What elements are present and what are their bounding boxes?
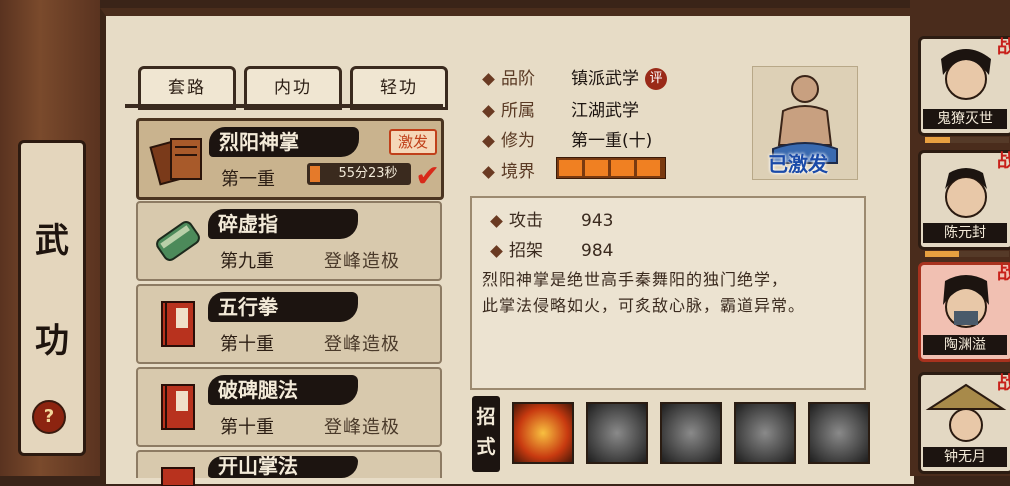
tab-underline xyxy=(125,104,443,108)
skill-item-wuxing[interactable]: 五行拳 第十重 登峰造极 xyxy=(136,284,442,364)
skill-name: 五行拳 xyxy=(218,295,278,319)
move-slot-icon[interactable] xyxy=(808,402,870,464)
attack-row: 攻击 943 xyxy=(490,206,613,231)
cooldown-timer: 55分23秒 xyxy=(307,163,411,185)
skill-name: 破碑腿法 xyxy=(218,378,298,402)
timer-text: 55分23秒 xyxy=(338,166,398,181)
move-slot-fire-icon[interactable] xyxy=(512,402,574,464)
description-line-2: 此掌法侵略如火，可炙敌心脉，霸道异常。 xyxy=(482,296,806,315)
red-book-icon xyxy=(161,467,195,486)
character-name: 钟无月 xyxy=(923,447,1007,467)
skill-item-lieyang[interactable]: 烈阳神掌 激发 第一重 55分23秒 ✔ xyxy=(136,118,444,200)
skill-name: 开山掌法 xyxy=(218,454,298,478)
skill-item-kaishan[interactable]: 开山掌法 xyxy=(136,450,442,486)
character-card-guiliao[interactable]: 战 鬼獠灭世 xyxy=(918,36,1010,143)
skill-status: 登峰造极 xyxy=(324,417,400,438)
skill-status: 登峰造极 xyxy=(324,334,400,355)
skill-name: 碎虚指 xyxy=(218,212,278,236)
parry-row: 招架 984 xyxy=(490,236,613,261)
character-card-chenyuanfeng[interactable]: 战 陈元封 xyxy=(918,150,1010,257)
move-slot-icon[interactable] xyxy=(586,402,648,464)
skill-level: 第一重 xyxy=(221,169,275,190)
realm-bar xyxy=(556,157,666,179)
diamond-icon xyxy=(482,104,495,118)
activate-badge[interactable]: 激发 xyxy=(389,129,437,155)
red-book-icon xyxy=(161,384,195,430)
battle-mark: 战 xyxy=(997,151,1010,172)
character-name: 陈元封 xyxy=(923,223,1007,243)
realm-segment xyxy=(611,160,634,176)
red-book-icon xyxy=(161,301,195,347)
moves-label: 招 式 xyxy=(472,396,500,472)
diamond-icon xyxy=(490,244,503,258)
diamond-icon xyxy=(490,214,503,228)
green-scroll-icon xyxy=(156,221,200,261)
rank-row: 品阶 镇派武学评 xyxy=(482,64,667,90)
skill-level: 第十重 xyxy=(220,417,274,438)
hp-bar xyxy=(925,251,1009,257)
hp-fill xyxy=(925,251,959,257)
battle-mark: 战 xyxy=(997,373,1010,394)
rating-tag-icon[interactable]: 评 xyxy=(645,68,667,90)
character-card-zhongwuyue[interactable]: 战 钟无月 xyxy=(918,372,1010,474)
realm-segment xyxy=(637,160,660,176)
help-icon[interactable]: ? xyxy=(32,400,66,434)
realm-segment xyxy=(585,160,608,176)
character-card-taoyuanyi[interactable]: 战 陶渊溢 xyxy=(918,262,1010,362)
diamond-icon xyxy=(482,134,495,148)
timer-fill xyxy=(310,166,320,182)
realm-segment xyxy=(559,160,582,176)
diamond-icon xyxy=(482,72,495,86)
diamond-icon xyxy=(482,165,495,179)
skill-status: 登峰造极 xyxy=(324,251,400,272)
move-slot-icon[interactable] xyxy=(734,402,796,464)
title-char-gong: 功 xyxy=(35,321,69,361)
title-char-wu: 武 xyxy=(35,221,69,261)
description-line-1: 烈阳神掌是绝世高手秦舞阳的独门绝学， xyxy=(482,270,789,289)
character-name: 鬼獠灭世 xyxy=(923,109,1007,129)
skill-level: 第九重 xyxy=(220,251,274,272)
activated-status: 已激发 xyxy=(768,152,828,176)
skill-item-pobei[interactable]: 破碑腿法 第十重 登峰造极 xyxy=(136,367,442,447)
skill-item-suixu[interactable]: 碎虚指 第九重 登峰造极 xyxy=(136,201,442,281)
battle-mark: 战 xyxy=(997,37,1010,58)
cultivation-row: 修为 第一重(十) xyxy=(482,126,652,151)
hp-bar xyxy=(925,137,1009,143)
skill-name: 烈阳神掌 xyxy=(219,130,299,154)
character-name: 陶渊溢 xyxy=(923,335,1007,355)
check-icon: ✔ xyxy=(415,159,441,194)
battle-mark: 战 xyxy=(997,263,1010,284)
skill-level: 第十重 xyxy=(220,334,274,355)
hp-fill xyxy=(925,137,951,143)
belong-row: 所属 江湖武学 xyxy=(482,96,639,121)
move-slot-icon[interactable] xyxy=(660,402,722,464)
book-scroll-icon xyxy=(149,138,202,186)
